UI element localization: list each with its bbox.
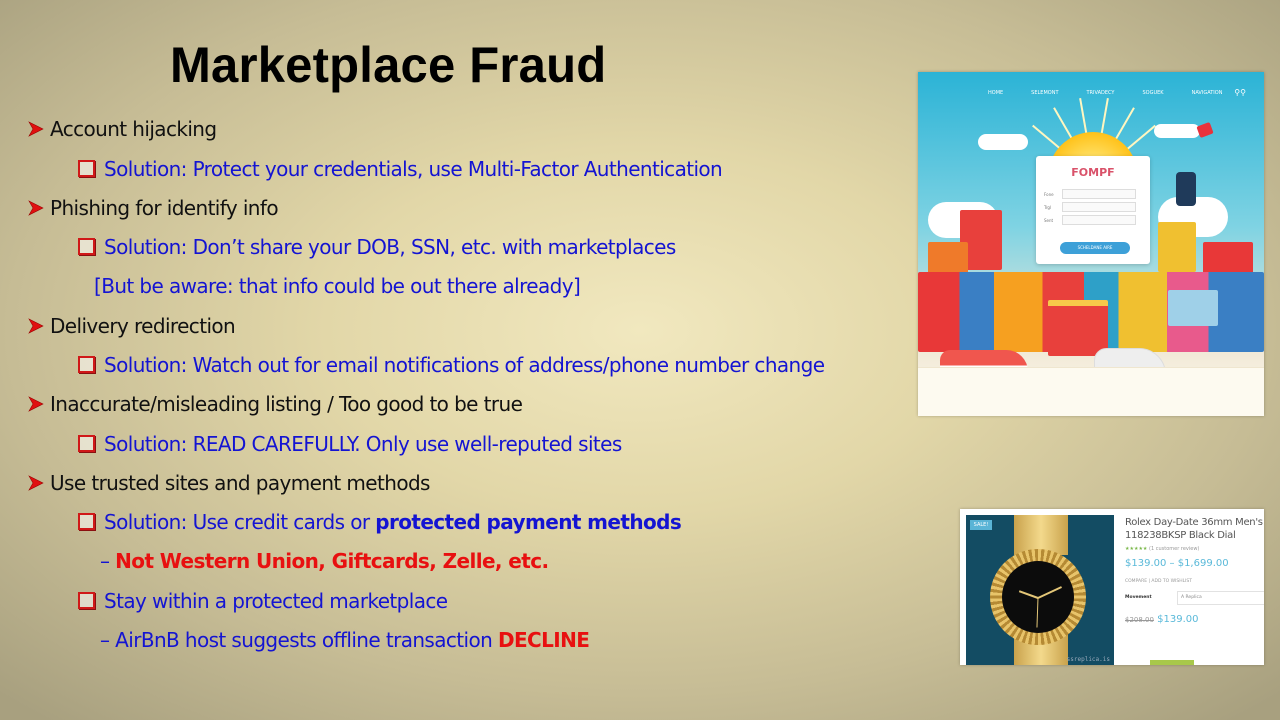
movement-label: Movement [1125,595,1152,600]
dash: – [100,549,116,573]
nav-item: SOGUEK [1142,90,1164,96]
gift-box-graphic [1168,290,1218,326]
bullet-text: Use trusted sites and payment methods [50,471,430,495]
search-icon: ⚲⚲ [1234,88,1246,97]
bullet-account-hijacking: Account hijacking [28,117,217,141]
bullet-delivery: Delivery redirection [28,314,236,338]
review-count: (1 customer review) [1149,546,1200,552]
form-field [1062,202,1136,212]
illustration-nav: HOME SELEMONT TRIVADECY SOGUEK NAVIGATIO… [988,90,1244,100]
listing-info: Rolex Day-Date 36mm Men's 118238BKSP Bla… [1125,516,1264,625]
solution-emphasis: protected payment methods [375,510,682,534]
arrow-bullet-icon [28,200,44,216]
add-to-cart-button [1150,660,1194,665]
cloud-graphic [978,134,1028,150]
solution-delivery: Solution: Watch out for email notificati… [78,353,825,377]
star-icons: ★★★★★ [1125,546,1148,552]
arrow-bullet-icon [28,475,44,491]
form-label: Trgl [1044,205,1052,210]
illustration-form-card: FOMPF Fone Trgl Sent SCHELDANE AIRE [1036,156,1150,264]
airbnb-line: – AirBnB host suggests offline transacti… [100,628,590,652]
slide-title: Marketplace Fraud [170,37,607,93]
listing-links: COMPARE | ADD TO WISHLIST [1125,579,1193,584]
solution-phishing: Solution: Don’t share your DOB, SSN, etc… [78,235,676,259]
checkbox-bullet-icon [78,160,95,177]
rating: ★★★★★ (1 customer review) [1125,546,1264,552]
form-label: Fone [1044,192,1054,197]
watch-listing-screenshot: SALE! ssreplica.is Rolex Day-Date 36mm M… [960,509,1264,665]
checkbox-bullet-icon [78,513,95,530]
nav-item: HOME [988,90,1004,96]
nav-item: NAVIGATION [1191,90,1223,96]
form-label: Sent [1044,218,1054,223]
solution-text: Solution: Use credit cards or [104,510,376,534]
phishing-note: [But be aware: that info could be out th… [94,274,581,298]
price-range: $139.00 – $1,699.00 [1125,558,1229,569]
arrow-bullet-icon [28,318,44,334]
shopping-illustration: HOME SELEMONT TRIVADECY SOGUEK NAVIGATIO… [918,72,1264,416]
product-name: Rolex Day-Date 36mm Men's 118238BKSP Bla… [1125,517,1263,541]
airbnb-text: – AirBnB host suggests offline transacti… [100,628,498,652]
cloud-graphic [1154,124,1200,138]
form-field [1062,189,1136,199]
bullet-text: Inaccurate/misleading listing / Too good… [50,392,523,416]
bullet-text: Phishing for identify info [50,196,279,220]
form-title: FOMPF [1071,166,1115,179]
floor-graphic [918,367,1264,416]
bullet-trusted-sites: Use trusted sites and payment methods [28,471,430,495]
decline-warning: DECLINE [497,628,590,652]
form-field [1062,215,1136,225]
bullet-text: Account hijacking [50,117,217,141]
solution-text: Solution: Don’t share your DOB, SSN, etc… [104,235,676,259]
solution-text: Solution: READ CAREFULLY. Only use well-… [104,432,622,456]
nav-item: SELEMONT [1031,90,1059,96]
form-button: SCHELDANE AIRE [1060,242,1130,254]
solution-listing: Solution: READ CAREFULLY. Only use well-… [78,432,622,456]
movement-select: A Replica [1177,591,1264,605]
checkbox-bullet-icon [78,435,95,452]
watch-photo: SALE! ssreplica.is [966,515,1114,665]
checkbox-bullet-icon [78,592,95,609]
not-methods-warning: Not Western Union, Giftcards, Zelle, etc… [115,549,549,573]
gift-box-graphic [1048,300,1108,356]
solution-text: Stay within a protected marketplace [104,589,448,613]
solution-marketplace: Stay within a protected marketplace [78,589,448,613]
old-price: $208.00 [1125,616,1154,624]
not-methods-line: – Not Western Union, Giftcards, Zelle, e… [100,549,549,573]
solution-text: Solution: Watch out for email notificati… [104,353,825,377]
solution-hijacking: Solution: Protect your credentials, use … [78,157,723,181]
checkbox-bullet-icon [78,356,95,373]
sale-price: $139.00 [1157,614,1199,625]
arrow-bullet-icon [28,396,44,412]
bullet-phishing: Phishing for identify info [28,196,279,220]
price-row: $208.00 $139.00 [1125,614,1264,625]
solution-payment: Solution: Use credit cards or protected … [78,510,682,534]
bullet-listing: Inaccurate/misleading listing / Too good… [28,392,523,416]
bullet-text: Delivery redirection [50,314,236,338]
checkbox-bullet-icon [78,238,95,255]
gift-graphic [1158,222,1196,272]
movement-row: Movement A Replica [1125,591,1264,605]
nav-item: TRIVADECY [1086,90,1115,96]
solution-text: Solution: Protect your credentials, use … [104,157,723,181]
arrow-bullet-icon [28,121,44,137]
watermark: ssreplica.is [1066,656,1110,663]
sale-badge: SALE! [970,520,992,530]
slide: Marketplace Fraud Account hijacking Solu… [0,0,1280,720]
gift-graphic [1196,121,1214,139]
phone-graphic [1176,172,1196,206]
